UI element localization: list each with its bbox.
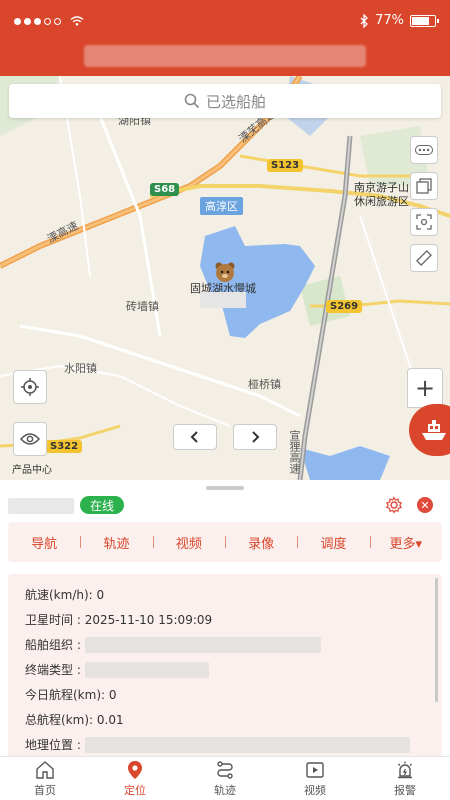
- search-placeholder: 已选船舶: [205, 92, 266, 111]
- more-dots-icon: [415, 145, 433, 155]
- bottom-navigation: 首页 定位 轨迹 视频 报警: [0, 756, 450, 800]
- tab-more[interactable]: 更多▾: [369, 533, 442, 552]
- search-icon: [184, 93, 200, 109]
- online-status-badge: 在线: [80, 496, 125, 514]
- page-title-redacted: [84, 45, 366, 67]
- alarm-icon: [398, 761, 412, 778]
- map-label-leisure: 休闲旅游区: [354, 195, 409, 208]
- ruler-icon: [416, 250, 432, 266]
- map-label-shuiyang: 水阳镇: [64, 362, 97, 375]
- nav-label-video: 视频: [304, 783, 326, 797]
- map-label-district: 高淳区: [200, 197, 243, 215]
- product-center-label: 产品中心: [12, 465, 52, 476]
- layers-button[interactable]: [410, 172, 438, 200]
- action-tabs: 导航 轨迹 视频 录像 调度 更多▾: [8, 522, 442, 562]
- location-value-redacted: [84, 736, 410, 753]
- map-label-yaqiao: 桠桥镇: [248, 378, 281, 391]
- wifi-icon: [70, 16, 84, 26]
- plus-icon: +: [414, 374, 436, 402]
- info-row-satellite-time: 卫星时间 : 2025-11-10 15:09:09: [25, 611, 212, 628]
- bluetooth-icon: [360, 13, 369, 28]
- info-row-organization: 船舶组织 :: [25, 636, 321, 653]
- nav-label-track: 轨迹: [214, 783, 236, 797]
- tab-navigation[interactable]: 导航: [8, 533, 80, 552]
- info-scrollbar[interactable]: [435, 578, 438, 702]
- info-row-today-distance: 今日航程(km): 0: [25, 686, 117, 703]
- location-label: 地理位置 :: [25, 738, 81, 752]
- ship-search-box[interactable]: 已选船舶: [9, 84, 441, 118]
- close-panel-button[interactable]: ✕: [417, 497, 433, 513]
- tab-dispatch[interactable]: 调度: [297, 533, 369, 552]
- terminal-value-redacted: [84, 661, 209, 678]
- visibility-button[interactable]: [13, 422, 47, 456]
- battery-icon: [410, 14, 439, 27]
- drag-handle[interactable]: [206, 486, 244, 490]
- nav-label-alarm: 报警: [394, 783, 416, 797]
- road-shield-s123: S123: [267, 159, 304, 172]
- info-row-speed: 航速(km/h): 0: [25, 586, 104, 603]
- locate-me-button[interactable]: [13, 370, 47, 404]
- speed-value: 0: [96, 587, 105, 602]
- org-label: 船舶组织 :: [25, 638, 81, 652]
- ship-detail-panel: 在线 ✕ 导航 轨迹 视频 录像 调度 更多▾ 航速(km/h): 0 卫星时间…: [0, 480, 450, 756]
- nav-label-home: 首页: [34, 783, 56, 797]
- chevron-right-icon: [252, 431, 260, 443]
- road-shield-s68: S68: [150, 183, 180, 196]
- ship-name-redacted: [200, 292, 246, 308]
- road-shield-s322: S322: [46, 440, 83, 453]
- eye-icon: [20, 433, 40, 445]
- measure-button[interactable]: [410, 244, 438, 272]
- capture-icon: [416, 214, 432, 230]
- status-bar: 77%: [0, 0, 450, 40]
- org-value-redacted: [84, 636, 321, 653]
- more-options-button[interactable]: [410, 136, 438, 164]
- map-label-zhuanqiang: 砖墙镇: [126, 300, 159, 313]
- terminal-label: 终端类型 :: [25, 663, 81, 677]
- close-icon: ✕: [420, 498, 430, 512]
- road-shield-s269: S269: [326, 300, 363, 313]
- screenshot-button[interactable]: [410, 208, 438, 236]
- sat-time-value: 2025-11-10 15:09:09: [84, 612, 213, 627]
- track-icon: [217, 760, 233, 779]
- nav-item-location[interactable]: 定位: [90, 757, 180, 800]
- info-row-terminal: 终端类型 :: [25, 661, 209, 678]
- speed-label: 航速(km/h):: [25, 588, 93, 602]
- nav-item-track[interactable]: 轨迹: [180, 757, 270, 800]
- today-label: 今日航程(km):: [25, 688, 106, 702]
- tab-video[interactable]: 视频: [152, 533, 225, 552]
- home-icon: [36, 760, 54, 779]
- crosshair-icon: [21, 378, 39, 396]
- zoom-in-button[interactable]: +: [407, 368, 443, 408]
- today-value: 0: [108, 687, 117, 702]
- total-label: 总航程(km):: [25, 713, 94, 727]
- nav-item-alarm[interactable]: 报警: [360, 757, 450, 800]
- info-row-total-distance: 总航程(km): 0.01: [25, 711, 124, 728]
- ship-info-list: 航速(km/h): 0 卫星时间 : 2025-11-10 15:09:09 船…: [8, 574, 442, 756]
- sat-time-label: 卫星时间 :: [25, 613, 81, 627]
- next-ship-button[interactable]: [233, 424, 277, 450]
- battery-percentage: 77%: [375, 13, 404, 28]
- map-label-xuanhang: 宣狸高速: [288, 430, 301, 474]
- nav-item-video[interactable]: 视频: [270, 757, 360, 800]
- tab-track[interactable]: 轨迹: [80, 533, 152, 552]
- app-header: 77%: [0, 0, 450, 76]
- layers-icon: [416, 178, 432, 194]
- video-icon: [306, 761, 324, 778]
- total-value: 0.01: [96, 712, 124, 727]
- tab-recording[interactable]: 录像: [224, 533, 297, 552]
- ship-icon: [422, 420, 446, 440]
- chevron-left-icon: [190, 431, 198, 443]
- settings-gear-icon[interactable]: [385, 496, 403, 514]
- signal-strength-icon: [14, 16, 84, 26]
- nav-label-location: 定位: [124, 783, 146, 797]
- nav-item-home[interactable]: 首页: [0, 757, 90, 800]
- ship-name-redacted: [8, 498, 74, 514]
- location-pin-icon: [128, 760, 142, 779]
- info-row-location: 地理位置 :: [25, 736, 410, 753]
- previous-ship-button[interactable]: [173, 424, 217, 450]
